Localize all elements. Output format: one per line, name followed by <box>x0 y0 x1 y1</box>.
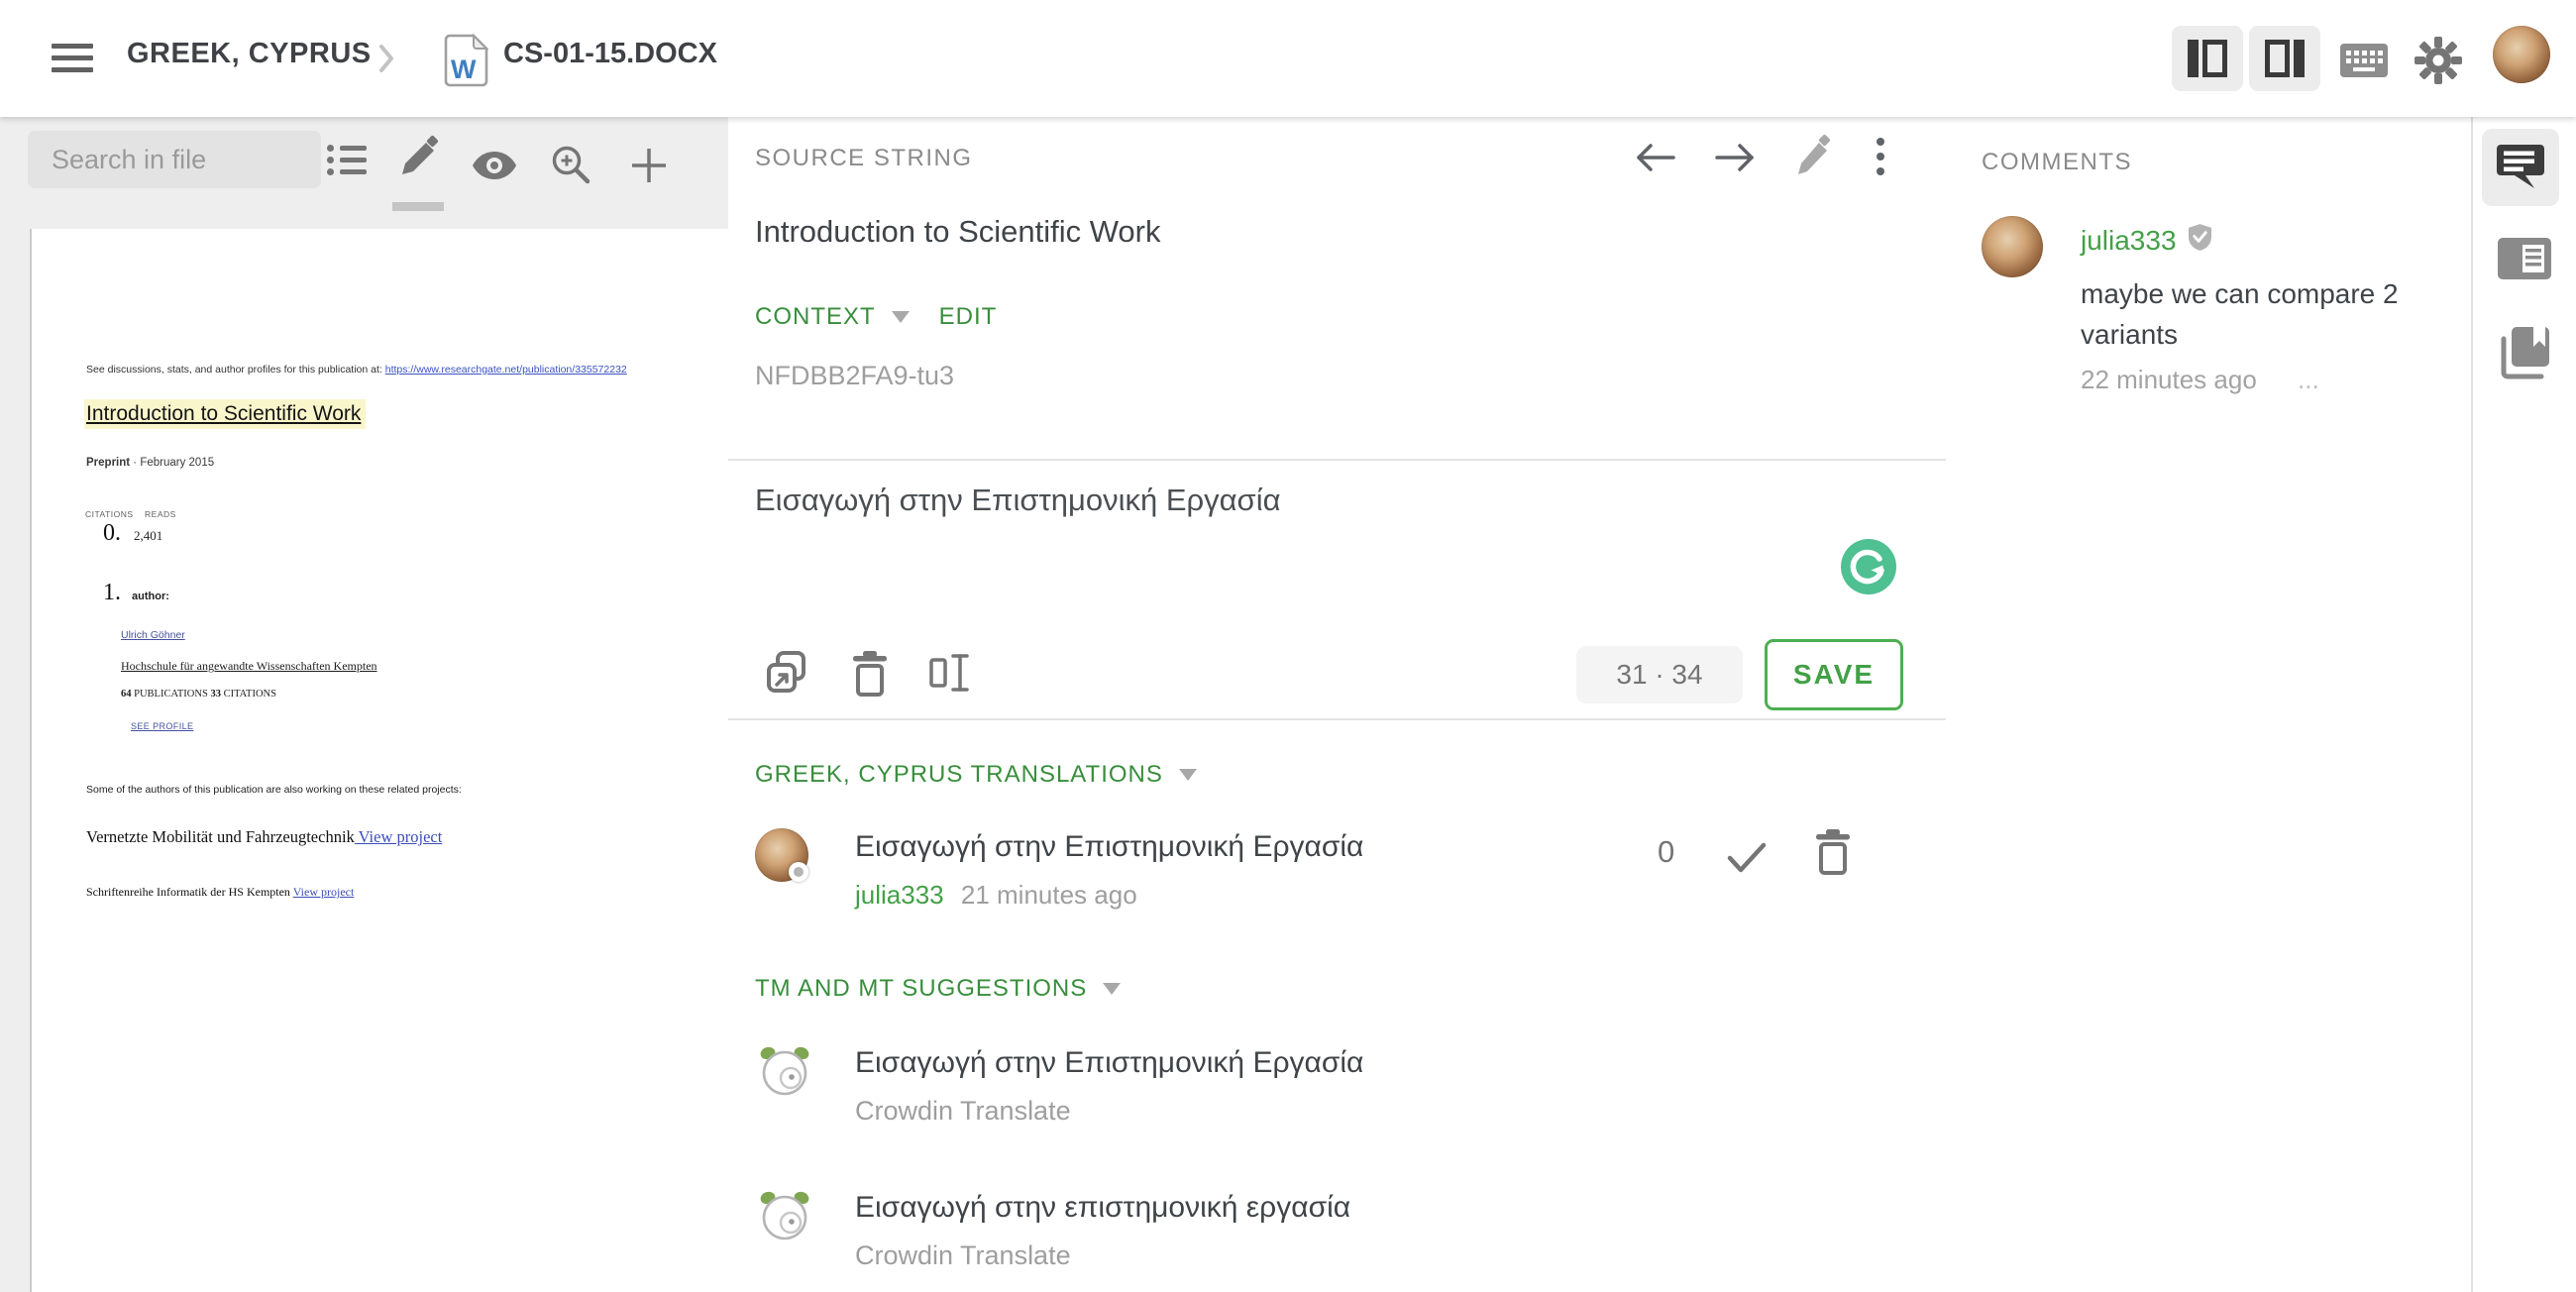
context-chevron-down-icon[interactable] <box>891 311 910 323</box>
translate-mode-icon[interactable] <box>394 135 442 187</box>
crowdin-editor-screen: GREEK, CYPRUS W CS-01-15.DOCX Search in … <box>0 0 2576 1292</box>
keyboard-shortcuts-icon[interactable] <box>2340 44 2388 77</box>
save-button[interactable]: SAVE <box>1765 639 1903 710</box>
doc-see-discussions-line: See discussions, stats, and author profi… <box>86 364 627 376</box>
panel-right-icon <box>2265 40 2305 77</box>
editor-bottom-divider <box>728 718 1946 720</box>
doc-project1-line: Vernetzte Mobilität und Fahrzeugtechnik … <box>86 827 443 846</box>
clear-translation-trash-icon[interactable] <box>849 650 891 702</box>
suggestions-chevron-down-icon[interactable] <box>1103 983 1122 995</box>
document-preview-panel: See discussions, stats, and author profi… <box>0 117 730 1292</box>
copy-source-icon[interactable] <box>766 650 813 702</box>
translation-time: 21 minutes ago <box>960 880 1137 910</box>
user-avatar[interactable] <box>2493 26 2550 83</box>
doc-preprint-line: Preprint · February 2015 <box>86 457 215 469</box>
edit-source-pencil-icon[interactable] <box>1794 134 1832 183</box>
svg-text:W: W <box>451 54 477 84</box>
comments-tab-active[interactable] <box>2482 129 2559 206</box>
string-identifier: NFDBB2FA9-tu3 <box>755 361 955 390</box>
translate-mode-underline <box>392 202 444 211</box>
crowdin-translate-icon <box>758 1044 811 1103</box>
translation-meta: julia333 21 minutes ago <box>855 880 1137 911</box>
comment-author-row: julia333 <box>2081 224 2211 258</box>
doc-project2-line: Schriftenreihe Informatik der HS Kempten… <box>86 885 355 899</box>
comment-timestamp: 22 minutes ago <box>2081 365 2257 394</box>
approve-translation-check-icon[interactable] <box>1727 842 1767 879</box>
select-text-icon[interactable] <box>928 650 974 700</box>
verified-shield-icon <box>2188 224 2211 258</box>
doc-author-row: 1. author: <box>103 580 169 605</box>
hamburger-menu-icon[interactable] <box>52 44 93 75</box>
grammarly-icon[interactable] <box>1841 539 1896 599</box>
character-counter: 31 · 34 <box>1576 646 1743 703</box>
comment-bubble-icon <box>2497 145 2544 188</box>
context-reader-tab[interactable] <box>2498 238 2551 284</box>
suggestion-text[interactable]: Εισαγωγή στην Επιστημονική Εργασία <box>855 1046 1363 1080</box>
comment-more-button[interactable]: ... <box>2298 365 2319 394</box>
toggle-left-panel-button[interactable] <box>2172 26 2243 91</box>
crowdin-translate-icon <box>758 1189 811 1247</box>
preview-eye-icon[interactable] <box>472 151 517 185</box>
right-icon-rail <box>2471 117 2576 1292</box>
translations-section-header[interactable]: GREEK, CYPRUS TRANSLATIONS <box>755 761 1163 789</box>
more-options-icon[interactable] <box>1876 137 1885 181</box>
breadcrumb-file-name[interactable]: CS-01-15.DOCX <box>503 38 717 70</box>
top-bar: GREEK, CYPRUS W CS-01-15.DOCX <box>0 0 2576 117</box>
suggestion-provider: Crowdin Translate <box>855 1240 1071 1270</box>
document-page[interactable]: See discussions, stats, and author profi… <box>30 229 730 1292</box>
translation-textarea[interactable]: Εισαγωγή στην Επιστημονική Εργασία <box>728 461 1946 715</box>
translation-author[interactable]: julia333 <box>855 880 944 910</box>
doc-author-link[interactable]: Ulrich Göhner <box>121 629 185 641</box>
reader-mode-icon <box>2498 238 2551 279</box>
translation-editor-panel: SOURCE STRING Introduction to Scientific… <box>728 117 1948 1292</box>
bookmark-collection-icon <box>2501 327 2549 379</box>
comments-panel: COMMENTS julia333 maybe we can compare 2… <box>1946 117 2471 1292</box>
search-input[interactable] <box>28 131 321 188</box>
suggestion-text[interactable]: Εισαγωγή στην επιστημονική εργασία <box>855 1191 1350 1225</box>
translations-chevron-down-icon[interactable] <box>1178 769 1197 781</box>
panel-left-icon <box>2188 40 2227 77</box>
translation-text: Εισαγωγή στην Επιστημονική Εργασία <box>855 830 1364 863</box>
doc-project2-view-link[interactable]: View project <box>293 885 355 899</box>
comment-author-avatar <box>1982 216 2043 277</box>
previous-string-arrow-icon[interactable] <box>1632 141 1675 179</box>
doc-see-profile-link[interactable]: SEE PROFILE <box>131 721 193 731</box>
doc-title-highlighted[interactable]: Introduction to Scientific Work <box>84 399 367 429</box>
doc-project1-view-link[interactable]: View project <box>355 827 443 846</box>
doc-citations-value-row: 0. 2,401 <box>103 520 163 546</box>
doc-researchgate-link[interactable]: https://www.researchgate.net/publication… <box>385 364 627 376</box>
delete-translation-trash-icon[interactable] <box>1812 828 1854 881</box>
source-string-label: SOURCE STRING <box>755 145 973 171</box>
translation-votes: 0 <box>1658 834 1675 869</box>
comments-header: COMMENTS <box>1982 149 2132 175</box>
doc-publications-line: 64 PUBLICATIONS 33 CITATIONS <box>121 689 276 700</box>
doc-citations-reads-header: CITATIONS READS <box>85 509 176 519</box>
source-string-text: Introduction to Scientific Work <box>755 214 1161 249</box>
suggestions-section-header[interactable]: TM AND MT SUGGESTIONS <box>755 975 1087 1003</box>
add-string-plus-icon[interactable] <box>630 147 668 189</box>
comment-time-row: 22 minutes ago ... <box>2081 365 2319 395</box>
context-toggle[interactable]: CONTEXT <box>755 303 876 331</box>
breadcrumb-chevron-icon <box>378 44 394 78</box>
comment-text: maybe we can compare 2 variants <box>2081 278 2399 350</box>
settings-gear-icon[interactable] <box>2414 36 2463 85</box>
word-file-icon: W <box>444 33 489 92</box>
strings-list-icon[interactable] <box>327 143 367 181</box>
doc-related-projects-line: Some of the authors of this publication … <box>86 784 462 796</box>
suggestion-provider: Crowdin Translate <box>855 1096 1071 1126</box>
context-edit-button[interactable]: EDIT <box>939 303 998 331</box>
terminology-tab[interactable] <box>2498 325 2551 385</box>
translator-avatar-badge-icon <box>789 862 808 882</box>
zoom-in-icon[interactable] <box>551 145 592 191</box>
breadcrumb-project[interactable]: GREEK, CYPRUS <box>127 38 372 70</box>
doc-affiliation-link[interactable]: Hochschule für angewandte Wissenschaften… <box>121 659 377 674</box>
comment-author-name[interactable]: julia333 <box>2081 225 2177 257</box>
translation-draft-text: Εισαγωγή στην Επιστημονική Εργασία <box>755 483 1281 517</box>
next-string-arrow-icon[interactable] <box>1715 141 1759 179</box>
toggle-right-panel-button[interactable] <box>2249 26 2320 91</box>
